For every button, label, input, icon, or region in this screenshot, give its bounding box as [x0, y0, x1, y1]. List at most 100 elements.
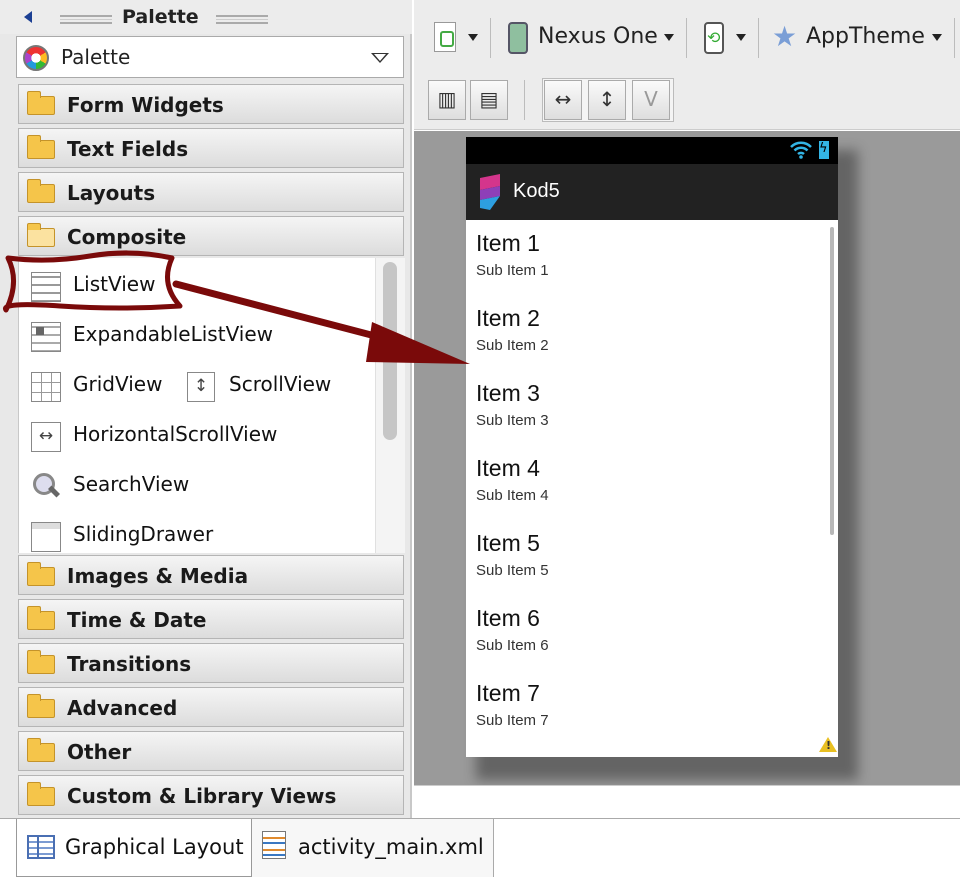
- list-item[interactable]: Item 7 Sub Item 7: [476, 670, 816, 745]
- scrollbar-thumb[interactable]: [383, 262, 397, 440]
- warning-icon[interactable]: [819, 737, 837, 752]
- widget-label: ScrollView: [229, 372, 332, 396]
- folder-icon: [27, 694, 55, 718]
- device-preview[interactable]: Kod5 Item 1 Sub Item 1 Item 2 Sub Item 2…: [466, 137, 838, 757]
- list-item[interactable]: Item 1 Sub Item 1: [476, 220, 816, 295]
- horizontal-arrows-icon: ↔: [554, 87, 572, 111]
- list-item-subtitle: Sub Item 2: [476, 337, 549, 354]
- folder-icon: [27, 650, 55, 674]
- fill-height-button[interactable]: ↕: [588, 80, 626, 120]
- canvas-footer: [414, 785, 960, 818]
- folder-icon: [27, 562, 55, 586]
- editor-tab-bar: Graphical Layout activity_main.xml: [0, 818, 960, 892]
- tab-graphical-layout[interactable]: Graphical Layout: [16, 819, 252, 877]
- composite-scrollbar[interactable]: [375, 258, 405, 553]
- category-custom-library-views[interactable]: Custom & Library Views: [18, 775, 404, 815]
- xml-file-icon: [262, 831, 286, 859]
- list-item-subtitle: Sub Item 5: [476, 562, 549, 579]
- list-item-title: Item 4: [476, 455, 540, 481]
- list-scrollbar: [830, 227, 834, 535]
- fill-width-button[interactable]: ↔: [544, 80, 582, 120]
- folder-icon: [27, 91, 55, 115]
- tab-label: Graphical Layout: [65, 835, 244, 859]
- chevron-down-icon: [664, 34, 674, 41]
- tab-activity-main-xml[interactable]: activity_main.xml: [252, 819, 494, 877]
- folder-icon: [27, 738, 55, 762]
- palette-dropdown-value: Palette: [61, 45, 131, 69]
- rows-icon: ▤: [479, 87, 499, 111]
- rotate-icon[interactable]: [704, 22, 724, 54]
- widget-label: ListView: [73, 272, 156, 296]
- palette-titlebar: Palette: [0, 0, 412, 34]
- sliding-drawer-icon: [31, 522, 61, 552]
- baseline-button[interactable]: V: [632, 80, 670, 120]
- list-item[interactable]: Item 5 Sub Item 5: [476, 520, 816, 595]
- list-item-subtitle: Sub Item 6: [476, 637, 549, 654]
- expandable-list-icon: [31, 322, 61, 352]
- list-item-subtitle: Sub Item 1: [476, 262, 549, 279]
- category-label: Transitions: [67, 652, 192, 676]
- category-text-fields[interactable]: Text Fields: [18, 128, 404, 168]
- category-time-date[interactable]: Time & Date: [18, 599, 404, 639]
- list-item-subtitle: Sub Item 7: [476, 712, 549, 729]
- folder-icon: [27, 606, 55, 630]
- category-form-widgets[interactable]: Form Widgets: [18, 84, 404, 124]
- category-label: Form Widgets: [67, 93, 224, 117]
- widget-label: GridView: [73, 372, 163, 396]
- gridview-icon: [31, 372, 61, 402]
- horizontal-scroll-icon: ↔: [31, 422, 61, 452]
- folder-icon: [27, 135, 55, 159]
- list-item[interactable]: Item 4 Sub Item 4: [476, 445, 816, 520]
- layout-icon: [27, 835, 55, 859]
- toolbar-separator: [490, 18, 491, 58]
- widget-label: SlidingDrawer: [73, 522, 214, 546]
- category-label: Images & Media: [67, 564, 249, 588]
- status-bar: [466, 137, 838, 164]
- palette-dropdown[interactable]: Palette: [16, 36, 404, 78]
- category-layouts[interactable]: Layouts: [18, 172, 404, 212]
- category-other[interactable]: Other: [18, 731, 404, 771]
- folder-icon: [27, 782, 55, 806]
- category-transitions[interactable]: Transitions: [18, 643, 404, 683]
- list-item[interactable]: Item 3 Sub Item 3: [476, 370, 816, 445]
- split-horizontal-button[interactable]: ▤: [470, 80, 508, 120]
- phone-icon: [508, 22, 528, 54]
- split-vertical-button[interactable]: ▥: [428, 80, 466, 120]
- category-advanced[interactable]: Advanced: [18, 687, 404, 727]
- dropdown-caret-icon: [371, 53, 389, 63]
- collapse-arrow-icon[interactable]: [24, 11, 32, 23]
- list-item-title: Item 5: [476, 530, 540, 556]
- folder-icon: [27, 179, 55, 203]
- palette-title: Palette: [122, 6, 199, 28]
- category-label: Composite: [67, 225, 187, 249]
- category-composite[interactable]: Composite: [18, 216, 404, 256]
- chevron-down-icon[interactable]: [736, 34, 746, 41]
- category-label: Custom & Library Views: [67, 784, 337, 808]
- widget-label: ExpandableListView: [73, 322, 274, 346]
- battery-charging-icon: [819, 141, 829, 159]
- vertical-arrows-icon: ↕: [598, 87, 616, 111]
- list-item[interactable]: Item 6 Sub Item 6: [476, 595, 816, 670]
- device-name: Nexus One: [538, 24, 658, 49]
- open-folder-icon: [27, 223, 55, 247]
- widget-label: HorizontalScrollView: [73, 422, 278, 446]
- drag-grip[interactable]: [60, 15, 112, 24]
- category-images-media[interactable]: Images & Media: [18, 555, 404, 595]
- category-label: Layouts: [67, 181, 156, 205]
- wifi-icon: [790, 141, 812, 159]
- list-item-title: Item 7: [476, 680, 540, 706]
- list-item-title: Item 2: [476, 305, 540, 331]
- toolbar-separator: [524, 80, 525, 120]
- config-document-icon[interactable]: [434, 22, 456, 52]
- app-title: Kod5: [513, 180, 560, 202]
- list-item[interactable]: Item 2 Sub Item 2: [476, 295, 816, 370]
- drag-grip[interactable]: [216, 15, 268, 24]
- list-item-title: Item 1: [476, 230, 540, 256]
- chevron-down-icon[interactable]: [468, 34, 478, 41]
- widget-label: SearchView: [73, 472, 190, 496]
- layout-toolbar: Nexus One ★ AppTheme ▥ ▤ ↔ ↕ V: [414, 0, 960, 130]
- palette-icon: [23, 45, 49, 71]
- category-label: Advanced: [67, 696, 178, 720]
- category-label: Other: [67, 740, 132, 764]
- tab-label: activity_main.xml: [298, 835, 484, 859]
